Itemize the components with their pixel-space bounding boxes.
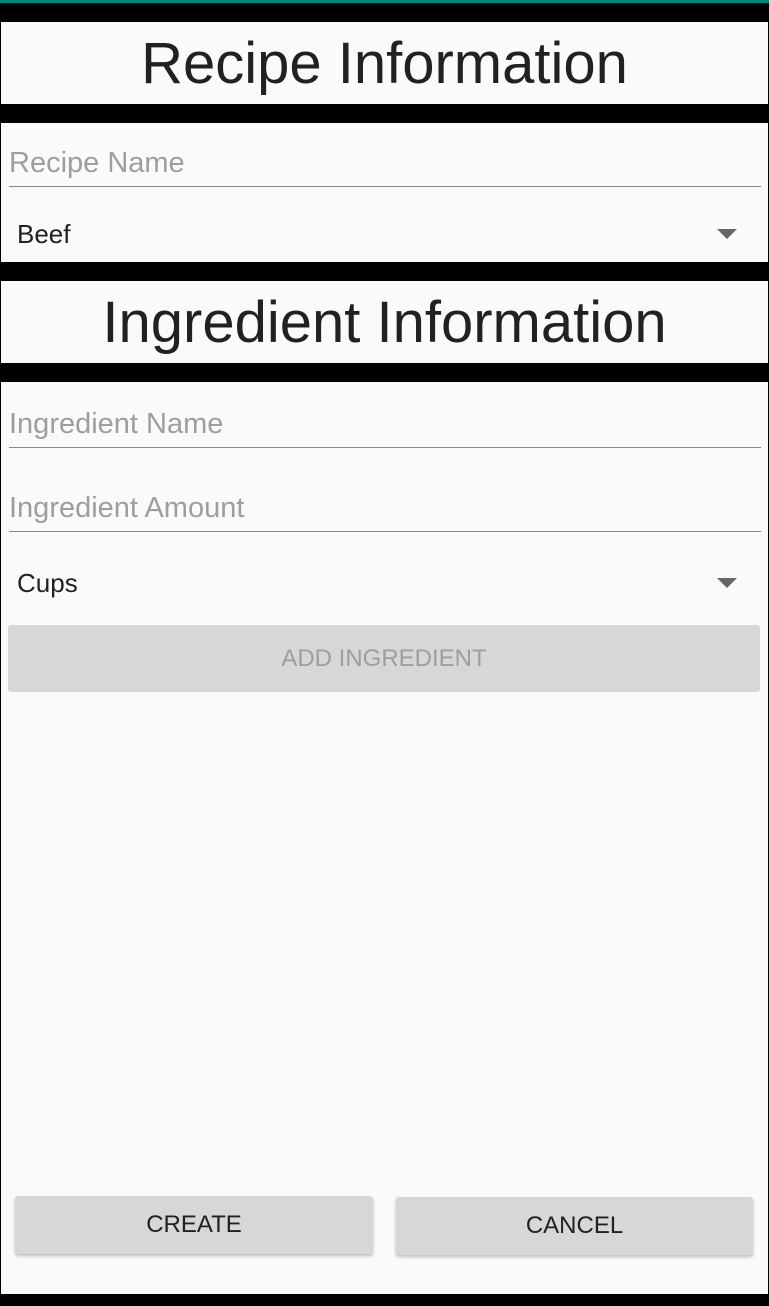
dropdown-arrow-icon (717, 578, 737, 588)
cancel-button[interactable]: CANCEL (396, 1197, 753, 1255)
recipe-category-dropdown[interactable]: Beef (17, 219, 737, 250)
ingredient-name-input[interactable]: Ingredient Name (9, 408, 761, 448)
dropdown-arrow-icon (717, 229, 737, 239)
ingredient-amount-input[interactable]: Ingredient Amount (9, 492, 761, 532)
ingredient-amount-placeholder: Ingredient Amount (9, 492, 245, 524)
unit-value: Cups (17, 568, 78, 598)
status-accent-bar (0, 0, 769, 3)
ingredient-info-title: Ingredient Information (102, 289, 667, 355)
create-button[interactable]: CREATE (15, 1196, 373, 1254)
cancel-label: CANCEL (525, 1212, 624, 1239)
recipe-name-input[interactable]: Recipe Name (9, 147, 761, 187)
recipe-name-placeholder: Recipe Name (9, 147, 185, 179)
add-ingredient-label: ADD INGREDIENT (281, 644, 487, 672)
ingredient-info-header: Ingredient Information (1, 281, 768, 363)
add-ingredient-button[interactable]: ADD INGREDIENT (8, 625, 760, 692)
recipe-info-header: Recipe Information (1, 22, 768, 104)
ingredient-name-placeholder: Ingredient Name (9, 408, 224, 440)
recipe-category-value: Beef (17, 219, 71, 249)
ingredient-form: Ingredient Name Ingredient Amount Cups A… (1, 382, 768, 1294)
unit-dropdown[interactable]: Cups (17, 568, 737, 599)
recipe-form: Recipe Name Beef (1, 123, 768, 262)
create-label: CREATE (146, 1211, 242, 1238)
recipe-info-title: Recipe Information (141, 30, 628, 96)
